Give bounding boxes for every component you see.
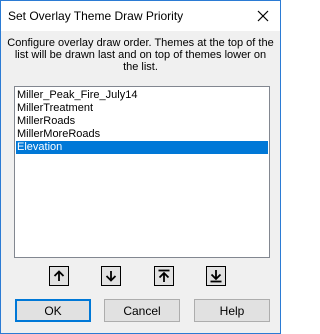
- arrow-up-icon: [53, 270, 65, 281]
- arrow-to-bottom-icon: [210, 270, 222, 283]
- cancel-button[interactable]: Cancel: [104, 299, 180, 322]
- list-item[interactable]: MillerTreatment: [16, 102, 268, 115]
- move-down-button[interactable]: [101, 266, 121, 286]
- instructions-text: Configure overlay draw order. Themes at …: [7, 37, 274, 73]
- help-button[interactable]: Help: [194, 299, 270, 322]
- list-item-selected[interactable]: Elevation: [16, 141, 268, 154]
- move-up-button[interactable]: [49, 266, 69, 286]
- list-item[interactable]: Miller_Peak_Fire_July14: [16, 89, 268, 102]
- list-item[interactable]: MillerMoreRoads: [16, 128, 268, 141]
- arrow-to-top-icon: [158, 269, 170, 282]
- dialog-window: Set Overlay Theme Draw Priority Configur…: [0, 0, 281, 334]
- title-bar[interactable]: Set Overlay Theme Draw Priority: [1, 1, 280, 31]
- theme-listbox[interactable]: Miller_Peak_Fire_July14 MillerTreatment …: [14, 86, 270, 258]
- window-title: Set Overlay Theme Draw Priority: [8, 9, 184, 23]
- move-to-bottom-button[interactable]: [206, 266, 226, 286]
- move-to-top-button[interactable]: [154, 266, 174, 286]
- close-button[interactable]: [246, 1, 280, 31]
- list-item[interactable]: MillerRoads: [16, 115, 268, 128]
- close-icon: [257, 10, 269, 22]
- ok-button[interactable]: OK: [15, 299, 91, 322]
- arrow-down-icon: [105, 271, 117, 282]
